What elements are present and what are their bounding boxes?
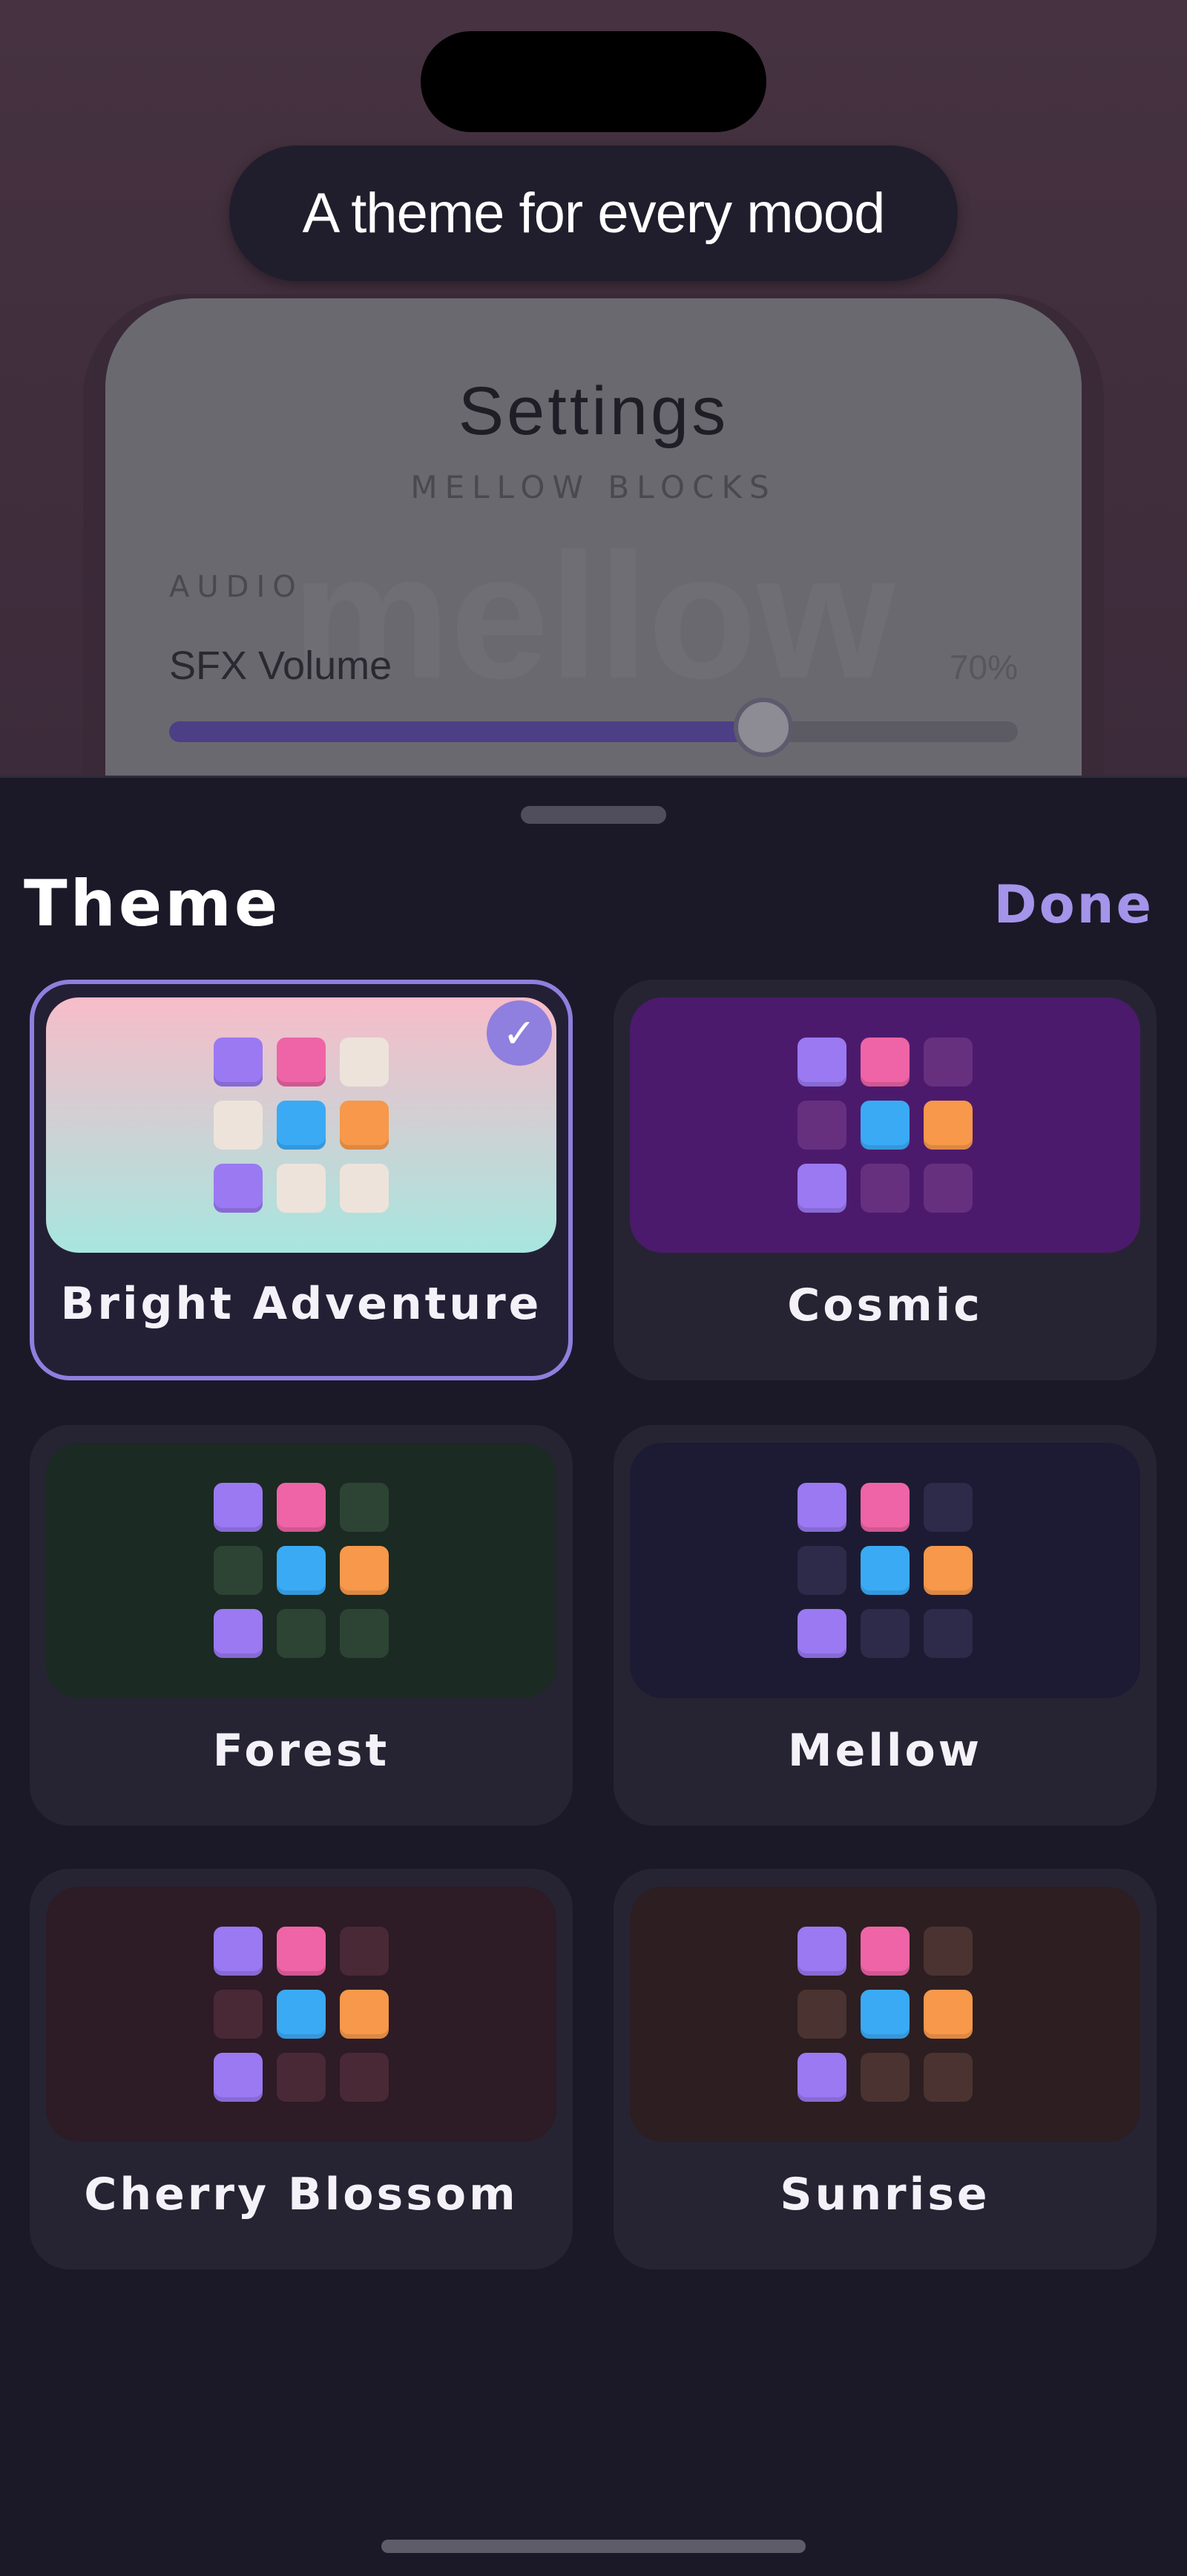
empty-block-tile [214,1101,263,1150]
purple-block-tile [214,1038,263,1087]
slider-thumb [733,698,793,757]
pink-block-tile [861,1038,910,1087]
orange-block-tile [340,1546,389,1595]
block-tile-grid [798,1483,973,1658]
done-button[interactable]: Done [993,874,1154,935]
empty-block-tile [924,1609,973,1658]
empty-block-tile [340,1164,389,1213]
purple-block-tile [798,1483,846,1532]
theme-preview [46,1443,556,1698]
theme-card-label: Cherry Blossom [84,2169,519,2221]
empty-block-tile [214,1990,263,2039]
theme-card-cosmic[interactable]: Cosmic [614,980,1157,1380]
empty-block-tile [277,2053,326,2102]
empty-block-tile [861,1164,910,1213]
purple-block-tile [214,2053,263,2102]
empty-block-tile [798,1990,846,2039]
pink-block-tile [277,1038,326,1087]
theme-preview [630,1887,1140,2142]
orange-block-tile [340,1101,389,1150]
audio-section-label: AUDIO [169,570,303,604]
home-indicator [381,2540,806,2553]
purple-block-tile [798,1164,846,1213]
empty-block-tile [277,1164,326,1213]
purple-block-tile [798,1927,846,1976]
blue-block-tile [861,1101,910,1150]
purple-block-tile [214,1483,263,1532]
theme-card-label: Mellow [787,1725,983,1777]
empty-block-tile [340,1038,389,1087]
sfx-volume-value: 70% [949,648,1018,686]
empty-block-tile [924,1927,973,1976]
block-tile-grid [214,1038,389,1213]
empty-block-tile [340,1927,389,1976]
pink-block-tile [861,1927,910,1976]
empty-block-tile [924,1483,973,1532]
purple-block-tile [214,1609,263,1658]
dynamic-island [421,31,766,132]
purple-block-tile [798,1038,846,1087]
purple-block-tile [798,1609,846,1658]
settings-screen-preview: mellow Settings MELLOW BLOCKS AUDIO SFX … [105,298,1082,818]
theme-preview [46,1887,556,2142]
theme-preview [46,997,556,1253]
slider-fill [169,721,763,742]
block-tile-grid [798,1927,973,2102]
theme-card-label: Bright Adventure [60,1278,542,1330]
checkmark-icon: ✓ [487,1000,552,1066]
purple-block-tile [214,1927,263,1976]
empty-block-tile [861,1609,910,1658]
pink-block-tile [861,1483,910,1532]
blue-block-tile [861,1546,910,1595]
sheet-grabber-handle[interactable] [521,806,666,824]
theme-card-label: Forest [212,1725,390,1777]
blue-block-tile [277,1990,326,2039]
pink-block-tile [277,1483,326,1532]
block-tile-grid [798,1038,973,1213]
empty-block-tile [924,2053,973,2102]
promo-banner-text: A theme for every mood [302,182,886,245]
settings-subtitle: MELLOW BLOCKS [410,469,777,505]
empty-block-tile [277,1609,326,1658]
empty-block-tile [214,1546,263,1595]
settings-title: Settings [458,373,729,449]
empty-block-tile [861,2053,910,2102]
theme-card-label: Cosmic [787,1279,983,1331]
theme-card-sunrise[interactable]: Sunrise [614,1869,1157,2269]
orange-block-tile [924,1101,973,1150]
sfx-volume-slider [169,698,1018,757]
block-tile-grid [214,1483,389,1658]
blue-block-tile [861,1990,910,2039]
theme-preview [630,997,1140,1253]
theme-preview [630,1443,1140,1698]
empty-block-tile [924,1164,973,1213]
sheet-title: Theme [24,867,281,941]
theme-card-cherry-blossom[interactable]: Cherry Blossom [30,1869,573,2269]
empty-block-tile [340,1483,389,1532]
empty-block-tile [924,1038,973,1087]
theme-card-bright-adventure[interactable]: Bright Adventure ✓ [30,980,573,1380]
empty-block-tile [798,1101,846,1150]
empty-block-tile [798,1546,846,1595]
blue-block-tile [277,1101,326,1150]
empty-block-tile [340,2053,389,2102]
sfx-volume-label: SFX Volume [169,643,392,688]
purple-block-tile [798,2053,846,2102]
promo-banner: A theme for every mood [229,145,958,281]
pink-block-tile [277,1927,326,1976]
block-tile-grid [214,1927,389,2102]
purple-block-tile [214,1164,263,1213]
theme-card-mellow[interactable]: Mellow [614,1425,1157,1826]
orange-block-tile [340,1990,389,2039]
theme-bottom-sheet: Theme Done Bright Adventure ✓ Cosmic Forest… [0,776,1187,2576]
empty-block-tile [340,1609,389,1658]
theme-card-forest[interactable]: Forest [30,1425,573,1826]
orange-block-tile [924,1990,973,2039]
theme-card-label: Sunrise [780,2169,990,2221]
orange-block-tile [924,1546,973,1595]
blue-block-tile [277,1546,326,1595]
